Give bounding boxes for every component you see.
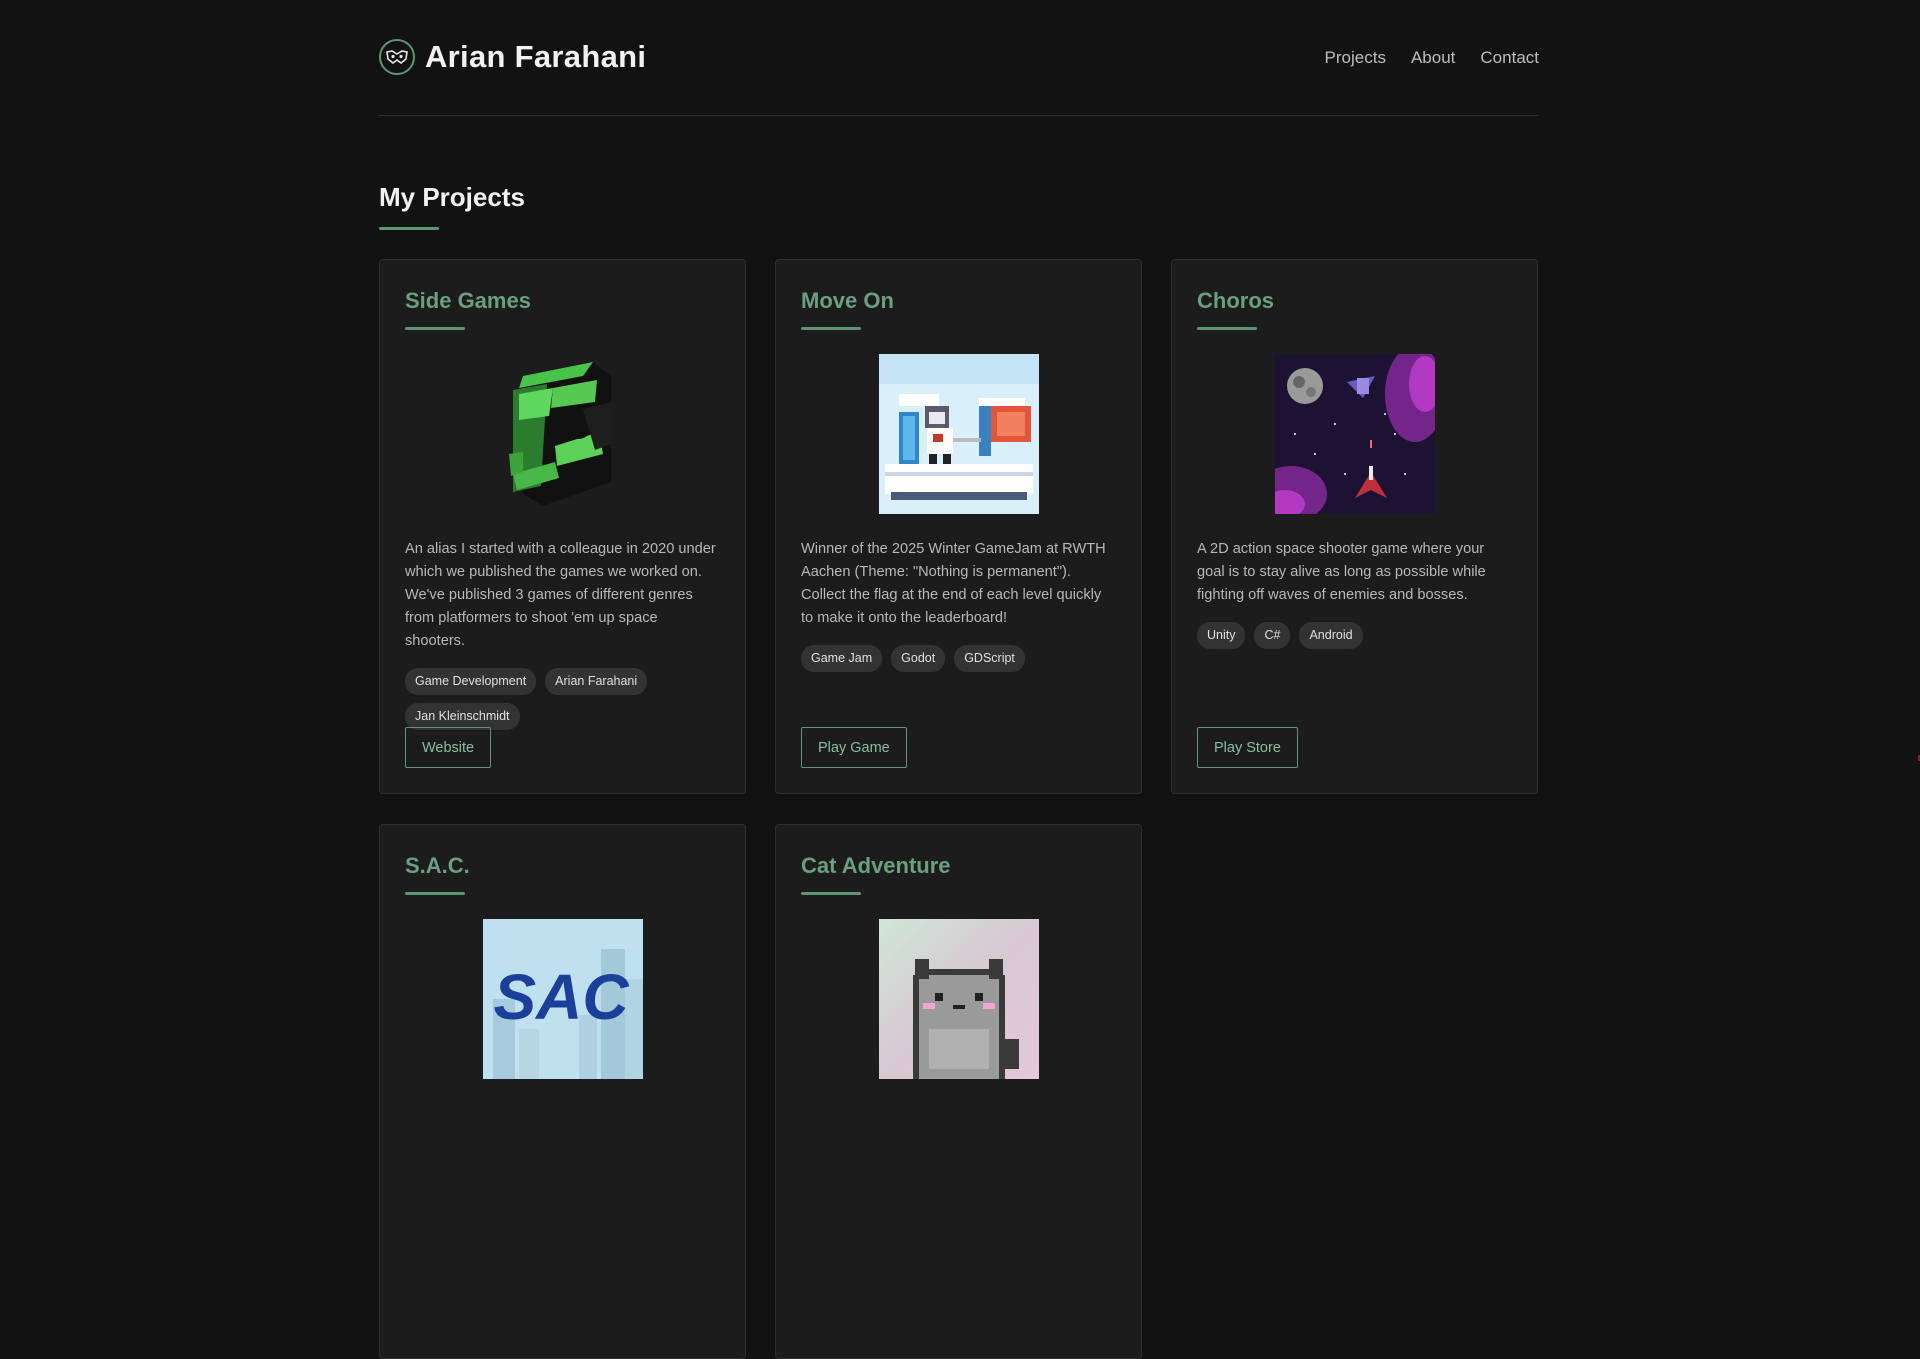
card-underline [405, 892, 465, 895]
tag-list: Unity C# Android [1197, 621, 1512, 649]
tag: C# [1254, 621, 1291, 649]
side-games-logo [508, 362, 611, 506]
play-game-button[interactable]: Play Game [801, 727, 907, 768]
site-header: Arian Farahani Projects About Contact [379, 0, 1539, 116]
site-title: Arian Farahani [425, 38, 647, 74]
main-nav: Projects About Contact [1325, 48, 1539, 68]
project-card-choros: Choros A 2D action space shooter game wh… [1171, 259, 1538, 794]
sac-logo-image: SAC [482, 919, 643, 1079]
card-description: An alias I started with a colleague in 2… [405, 541, 716, 649]
card-title: Cat Adventure [801, 853, 951, 878]
project-card-sac: S.A.C. SAC [379, 824, 746, 1359]
card-title: Choros [1197, 288, 1274, 313]
tag: Game Jam [801, 644, 883, 672]
tag: Jan Kleinschmidt [405, 702, 520, 730]
tag: Android [1299, 621, 1363, 649]
nav-about[interactable]: About [1411, 48, 1455, 68]
card-description: Winner of the 2025 Winter GameJam at RWT… [801, 541, 1106, 626]
sac-logo-text: SAC [493, 961, 629, 1033]
tag: GDScript [954, 644, 1025, 672]
space-shooter-image [1274, 354, 1435, 514]
brand[interactable]: Arian Farahani [379, 38, 647, 75]
card-underline [801, 892, 861, 895]
card-underline [405, 327, 465, 330]
card-title: Move On [801, 288, 894, 313]
section-title: My Projects [379, 182, 525, 212]
card-title: S.A.C. [405, 853, 470, 878]
card-description: A 2D action space shooter game where you… [1197, 541, 1486, 603]
tag: Game Development [405, 667, 537, 695]
tag-list: Game Jam Godot GDScript [801, 644, 1116, 672]
pixel-cat-image [878, 919, 1039, 1079]
card-title: Side Games [405, 288, 531, 313]
projects-grid: Side Games An alias I started with a col… [379, 259, 1539, 1359]
pixel-knight-cloud-image [878, 354, 1039, 514]
card-underline [1197, 327, 1257, 330]
tag-list: Game Development Arian Farahani Jan Klei… [405, 667, 720, 730]
project-card-move-on: Move On Winner of the 2025 Winter GameJa… [775, 259, 1142, 794]
project-card-cat-adventure: Cat Adventure [775, 824, 1142, 1359]
nav-projects[interactable]: Projects [1325, 48, 1386, 68]
tag: Unity [1197, 621, 1246, 649]
fox-mask-icon [379, 38, 415, 75]
website-button[interactable]: Website [405, 727, 492, 768]
section-underline [379, 227, 439, 230]
tag: Godot [891, 644, 946, 672]
play-store-button[interactable]: Play Store [1197, 727, 1298, 768]
tag: Arian Farahani [545, 667, 648, 695]
project-card-side-games: Side Games An alias I started with a col… [379, 259, 746, 794]
card-underline [801, 327, 861, 330]
nav-contact[interactable]: Contact [1480, 48, 1539, 68]
